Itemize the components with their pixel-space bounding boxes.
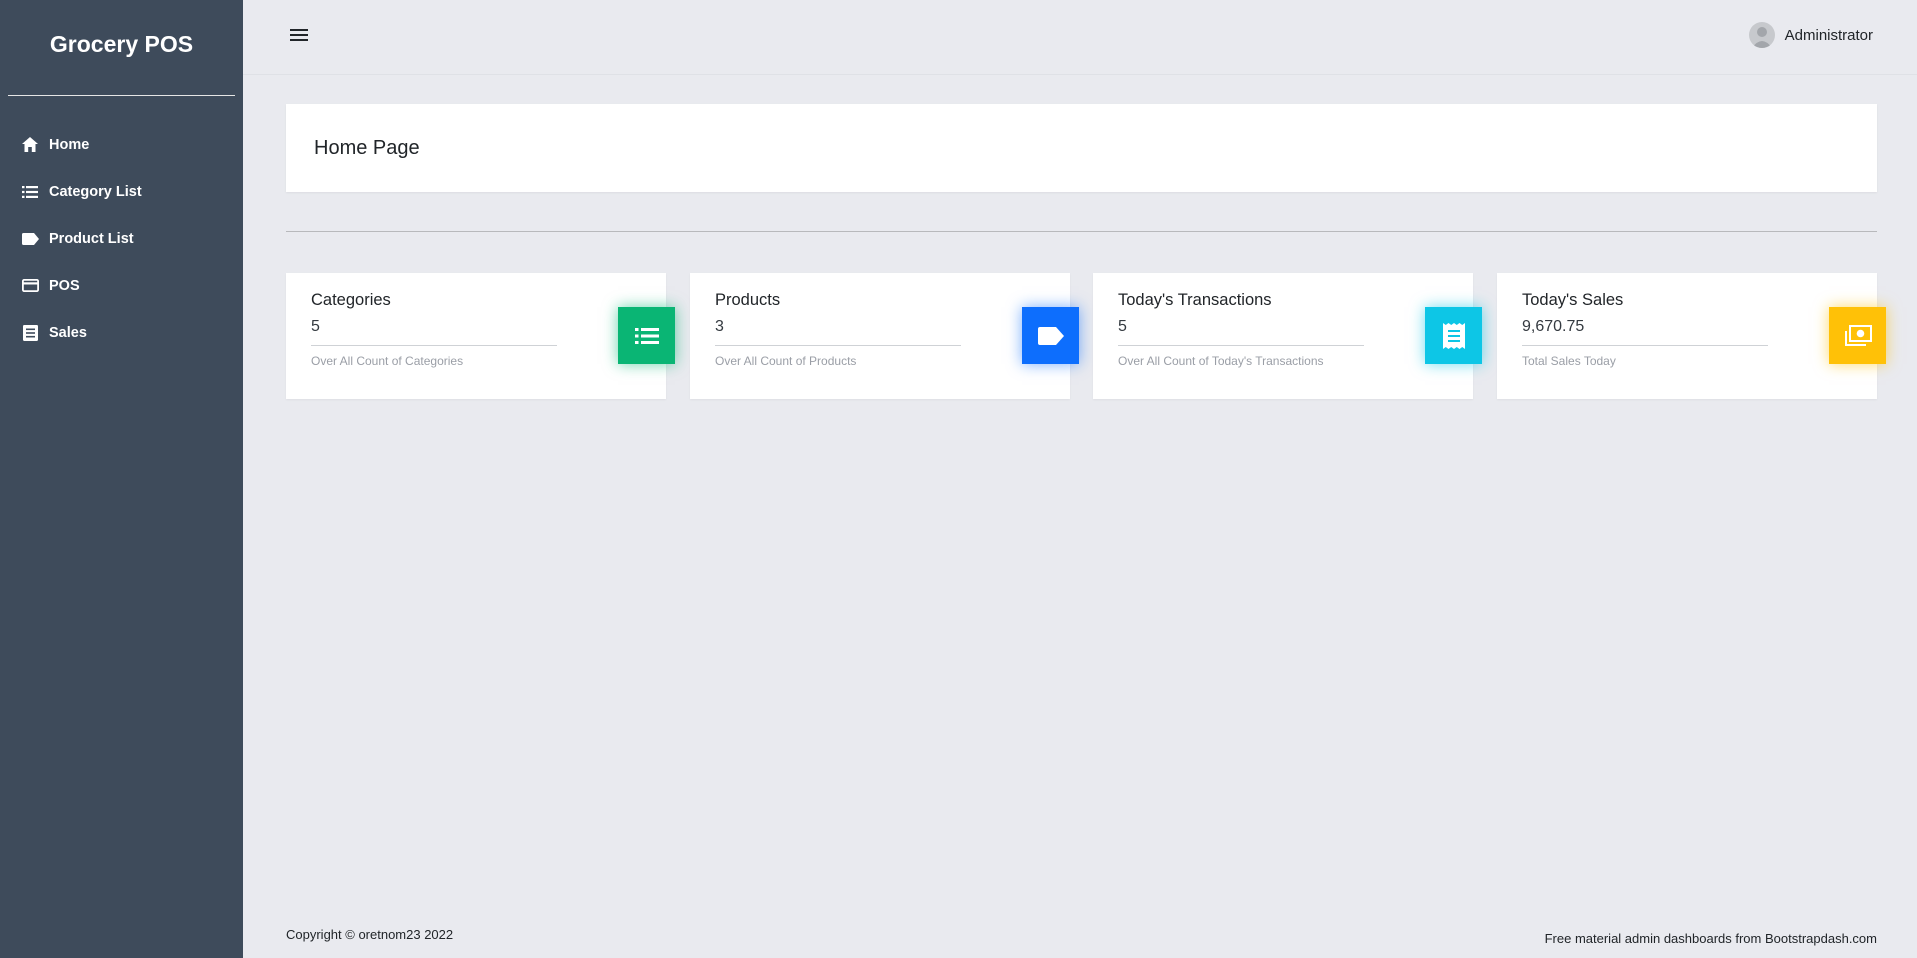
card-title: Categories — [311, 291, 391, 309]
card-value: 5 — [1118, 318, 1127, 335]
tag-icon — [21, 230, 39, 248]
sidebar-item-label: Sales — [49, 324, 87, 341]
page-divider — [286, 231, 1877, 232]
stat-card-transactions: Today's Transactions 5 Over All Count of… — [1093, 273, 1482, 399]
card-description: Over All Count of Categories — [311, 354, 464, 368]
stat-card-categories: Categories 5 Over All Count of Categorie… — [286, 273, 675, 399]
page-title-card: Home Page — [286, 104, 1877, 192]
card-value: 5 — [311, 318, 320, 335]
list-icon — [618, 307, 675, 364]
card-description: Over All Count of Today's Transactions — [1118, 354, 1324, 368]
card-value: 9,670.75 — [1522, 318, 1585, 335]
card-divider — [1522, 345, 1768, 346]
stat-card-products: Products 3 Over All Count of Products — [690, 273, 1079, 399]
receipt-icon — [1425, 307, 1482, 364]
list-icon — [21, 183, 39, 201]
money-icon — [1829, 307, 1886, 364]
stat-card-sales: Today's Sales 9,670.75 Total Sales Today — [1497, 273, 1886, 399]
card-divider — [311, 345, 557, 346]
credit-card-icon — [21, 277, 39, 295]
sidebar-item-label: Product List — [49, 230, 134, 247]
sidebar-item-label: POS — [49, 277, 80, 294]
card-title: Today's Sales — [1522, 291, 1624, 309]
footer-credit-link[interactable]: Free material admin dashboards from Boot… — [1545, 931, 1877, 946]
brand-title[interactable]: Grocery POS — [0, 0, 243, 90]
sidebar-item-category-list[interactable]: Category List — [0, 168, 243, 215]
card-value: 3 — [715, 318, 724, 335]
hamburger-icon[interactable] — [289, 25, 309, 45]
sidebar-nav: Home Category List Product List POS Sale… — [0, 121, 243, 356]
user-menu[interactable]: Administrator — [1748, 22, 1873, 48]
home-icon — [21, 136, 39, 154]
avatar — [1748, 22, 1775, 48]
card-title: Today's Transactions — [1118, 291, 1272, 309]
top-navbar: Administrator — [243, 0, 1917, 75]
tag-icon — [1022, 307, 1079, 364]
footer-copyright: Copyright © oretnom23 2022 — [286, 927, 454, 942]
sidebar-divider — [8, 95, 235, 96]
sidebar-item-pos[interactable]: POS — [0, 262, 243, 309]
sidebar-item-sales[interactable]: Sales — [0, 309, 243, 356]
sidebar-item-label: Category List — [49, 183, 142, 200]
user-name: Administrator — [1784, 26, 1873, 44]
sidebar-item-label: Home — [49, 136, 90, 153]
sidebar: Grocery POS Home Category List Product L… — [0, 0, 243, 958]
card-description: Total Sales Today — [1522, 354, 1616, 368]
page-title: Home Page — [314, 137, 420, 159]
card-title: Products — [715, 291, 781, 309]
card-divider — [1118, 345, 1364, 346]
receipt-icon — [21, 324, 39, 342]
card-divider — [715, 345, 961, 346]
card-description: Over All Count of Products — [715, 354, 857, 368]
sidebar-item-product-list[interactable]: Product List — [0, 215, 243, 262]
sidebar-item-home[interactable]: Home — [0, 121, 243, 168]
